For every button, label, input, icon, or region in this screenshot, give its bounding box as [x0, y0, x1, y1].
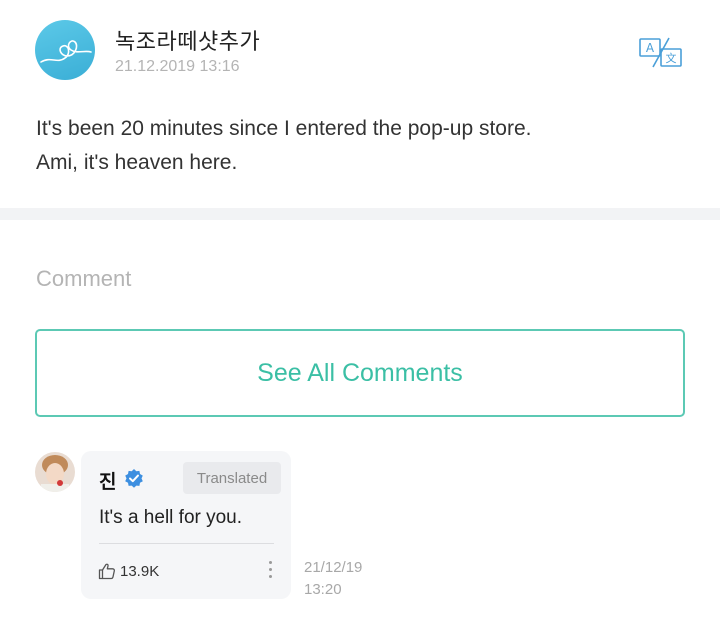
translate-button[interactable]: A 文 — [639, 37, 683, 69]
author-avatar[interactable] — [35, 20, 95, 80]
post-date: 21.12.2019 13:16 — [115, 58, 240, 75]
comment-divider — [99, 543, 274, 544]
comment-text: It's a hell for you. — [99, 507, 243, 528]
comment-timestamp: 21/12/19 13:20 — [304, 559, 363, 598]
thumbs-up-icon — [98, 563, 116, 580]
post-author-name[interactable]: 녹조라떼샷추가 — [115, 24, 260, 56]
comment-author-name[interactable]: 진 — [99, 467, 116, 494]
translate-icon: A 文 — [639, 37, 682, 68]
comment-bubble: 진 Translated It's a hell for you. 13.9K — [81, 451, 291, 599]
svg-text:文: 文 — [666, 51, 677, 65]
commenter-photo — [35, 452, 75, 492]
like-button[interactable]: 13.9K — [98, 562, 159, 580]
post-card: 녹조라떼샷추가 21.12.2019 13:16 A 文 It's been 2… — [0, 0, 720, 208]
comment-section-heading: Comment — [36, 266, 132, 291]
svg-text:A: A — [646, 41, 655, 55]
section-divider — [0, 208, 720, 220]
like-count: 13.9K — [120, 562, 160, 580]
see-all-comments-button[interactable]: See All Comments — [35, 329, 685, 417]
commenter-avatar[interactable] — [35, 452, 75, 492]
verified-check-icon — [125, 469, 143, 488]
more-options-icon[interactable] — [267, 561, 273, 579]
translated-badge[interactable]: Translated — [183, 462, 281, 494]
see-all-comments-label: See All Comments — [257, 358, 463, 387]
post-body-text: It's been 20 minutes since I entered the… — [36, 117, 532, 174]
heart-line-icon — [40, 40, 92, 63]
